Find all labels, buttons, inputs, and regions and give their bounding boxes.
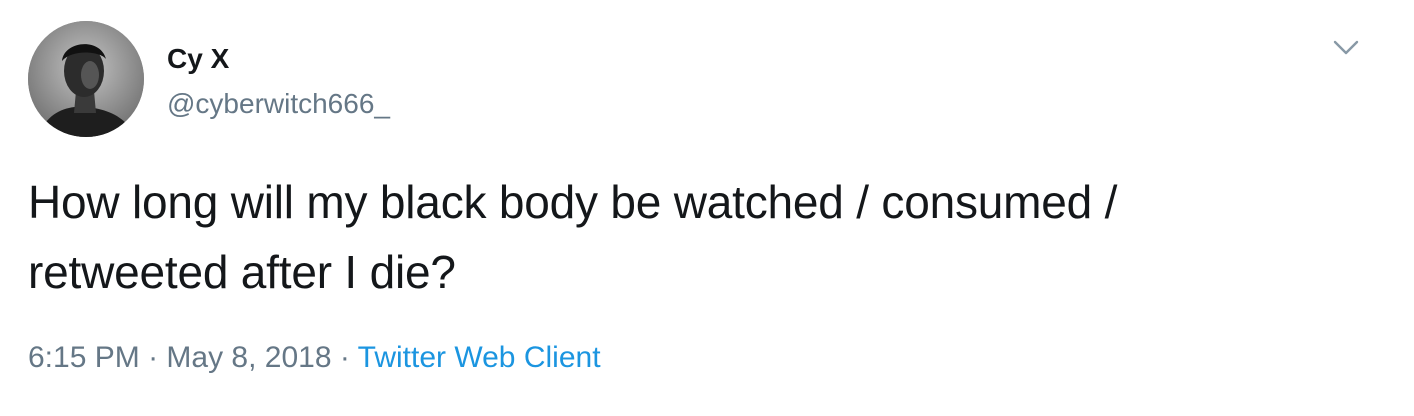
tweet-time[interactable]: 6:15 PM: [28, 341, 140, 374]
tweet-text-line: retweeted after I die?: [28, 246, 456, 298]
meta-separator: ·: [148, 341, 159, 374]
tweet-metadata: 6:15 PM · May 8, 2018 · Twitter Web Clie…: [28, 340, 601, 376]
avatar[interactable]: [28, 21, 144, 137]
avatar-image: [28, 21, 144, 137]
tweet-card: Cy X @cyberwitch666_ How long will my bl…: [0, 0, 1414, 416]
tweet-text-line: How long will my black body be watched /…: [28, 176, 1118, 228]
meta-separator: ·: [339, 341, 350, 374]
tweet-source-link[interactable]: Twitter Web Client: [358, 341, 601, 374]
tweet-text: How long will my black body be watched /…: [28, 167, 1368, 307]
user-handle[interactable]: @cyberwitch666_: [167, 87, 390, 121]
chevron-down-icon[interactable]: [1331, 36, 1361, 60]
tweet-date[interactable]: May 8, 2018: [166, 341, 331, 374]
display-name[interactable]: Cy X: [167, 42, 229, 76]
